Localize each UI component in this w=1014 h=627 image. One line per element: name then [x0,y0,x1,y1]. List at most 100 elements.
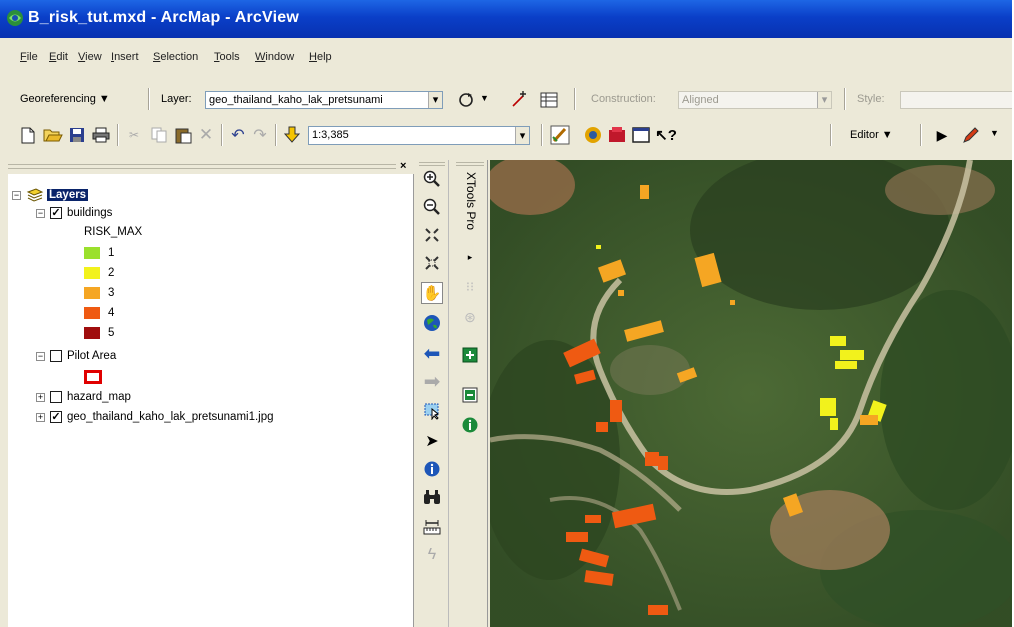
back-arrow-icon[interactable]: ⬅ [421,342,443,365]
menu-tools[interactable]: Tools [214,51,240,63]
rotate-dropdown-icon[interactable]: ▼ [480,93,489,103]
image-visibility-checkbox[interactable]: ✓ [50,411,62,423]
paste-icon[interactable] [173,125,193,145]
measure-icon[interactable] [421,516,443,538]
pilot-area-visibility-checkbox[interactable] [50,350,62,362]
delete-icon[interactable]: ✕ [196,125,216,145]
expand-icon[interactable]: + [36,392,45,402]
zoom-out-icon[interactable] [421,196,443,218]
editor-menu[interactable]: Editor ▼ [850,129,893,141]
whats-this-help-icon[interactable]: ↖? [654,124,678,146]
buildings-visibility-checkbox[interactable]: ✓ [50,207,62,219]
copy-icon[interactable] [149,125,169,145]
chevron-down-icon[interactable]: ▾ [428,92,442,108]
collapse-icon[interactable]: − [36,351,45,361]
toc-grip-line [8,168,396,169]
toc-layer-buildings[interactable]: − ✓ buildings [36,207,112,219]
identify-icon[interactable] [421,458,443,480]
xtools-table-icon[interactable]: ⁝⁝ [459,276,481,298]
collapse-icon[interactable]: − [12,190,21,200]
legend-swatch [84,307,100,319]
fixed-zoom-in-icon[interactable] [421,224,443,246]
editor-toolbar-icon[interactable] [549,124,571,146]
zoom-in-icon[interactable] [421,168,443,190]
redo-icon[interactable]: ↷ [250,125,270,145]
layer-label: Layer: [161,93,192,105]
chevron-down-icon[interactable]: ▾ [817,92,831,108]
legend-swatch [84,287,100,299]
rotate-icon[interactable] [455,90,477,110]
style-combo[interactable] [900,91,1012,109]
add-control-points-icon[interactable] [508,90,530,110]
buildings-label: buildings [67,207,113,219]
expand-icon[interactable]: + [36,412,45,422]
toolbar-separator [844,88,846,110]
map-display[interactable] [490,160,1012,627]
sketch-dropdown-icon[interactable]: ▼ [990,128,999,138]
pointer-icon[interactable]: ➤ [421,430,443,452]
toc-layer-image[interactable]: + ✓ geo_thailand_kaho_lak_pretsunami1.jp… [36,411,274,423]
save-icon[interactable] [67,125,87,145]
edit-tool-icon[interactable]: ▶ [932,124,952,146]
legend-class-label: 3 [108,287,115,299]
link-table-icon[interactable] [538,90,560,110]
georeferencing-menu[interactable]: Georeferencing ▼ [20,93,110,105]
legend-swatch [84,267,100,279]
undo-icon[interactable]: ↶ [228,125,248,145]
menu-window[interactable]: Window [255,51,294,63]
menu-edit[interactable]: Edit [49,51,68,63]
collapse-icon[interactable]: − [36,208,45,218]
menu-file[interactable]: File [20,51,38,63]
arcmap-window: B_risk_tut.mxd - ArcMap - ArcView File E… [0,0,1014,627]
xtools-shapes-icon[interactable]: ⊛ [459,306,481,328]
scale-combo[interactable]: 1:3,385 ▾ [308,126,530,145]
print-icon[interactable] [90,125,112,145]
forward-arrow-icon[interactable]: ➡ [421,370,443,393]
window-title: B_risk_tut.mxd - ArcMap - ArcView [28,9,299,26]
toolbar-separator [117,124,119,146]
toc-layer-hazard-map[interactable]: + hazard_map [36,391,131,403]
legend-class-label: 5 [108,327,115,339]
menu-insert[interactable]: Insert [111,51,139,63]
xtools-add-icon[interactable] [459,344,481,366]
menu-selection[interactable]: Selection [153,51,198,63]
select-features-icon[interactable] [421,400,443,422]
xtools-pro-title: XTools Pro [464,172,478,231]
toolbar-separator [830,124,832,146]
pilot-area-label: Pilot Area [67,350,117,362]
style-label: Style: [857,93,885,105]
toc-layer-pilot-area[interactable]: − Pilot Area [36,350,116,362]
globe-icon[interactable] [421,312,443,334]
command-line-icon[interactable] [630,124,652,146]
arctoolbox-icon[interactable] [582,124,604,146]
hazard-map-visibility-checkbox[interactable] [50,391,62,403]
add-data-icon[interactable] [281,124,303,146]
construction-combo[interactable]: Aligned ▾ [678,91,832,109]
toolbar-separator [574,88,576,110]
layer-combo[interactable]: geo_thailand_kaho_lak_pretsunami ▾ [205,91,443,109]
legend-class-3: 3 [84,287,114,299]
binoculars-icon[interactable] [421,486,443,508]
arcatalog-icon[interactable] [606,124,628,146]
lightning-icon[interactable]: ϟ [421,544,443,566]
legend-class-4: 4 [84,307,114,319]
menu-help[interactable]: Help [309,51,332,63]
xtools-info-icon[interactable] [459,414,481,436]
toc-close-button[interactable]: × [400,160,406,172]
layer-combo-value: geo_thailand_kaho_lak_pretsunami [209,94,383,106]
chevron-down-icon[interactable]: ▾ [515,127,529,144]
toc-title-bar [8,160,398,172]
open-folder-icon[interactable] [42,125,64,145]
xtools-menu-arrow-icon[interactable]: ▸ [459,246,481,268]
fixed-zoom-out-icon[interactable] [421,252,443,274]
cut-icon[interactable]: ✂ [124,125,144,145]
menu-view[interactable]: View [78,51,102,63]
arcmap-app-icon [7,10,23,26]
toc-layers-root[interactable]: − Layers [12,188,89,202]
new-document-icon[interactable] [18,125,38,145]
satellite-image [490,160,1012,627]
sketch-tool-icon[interactable] [960,124,982,146]
toolbar-grip [456,162,484,166]
pan-hand-icon[interactable]: ✋ [421,282,443,304]
xtools-export-icon[interactable] [459,384,481,406]
